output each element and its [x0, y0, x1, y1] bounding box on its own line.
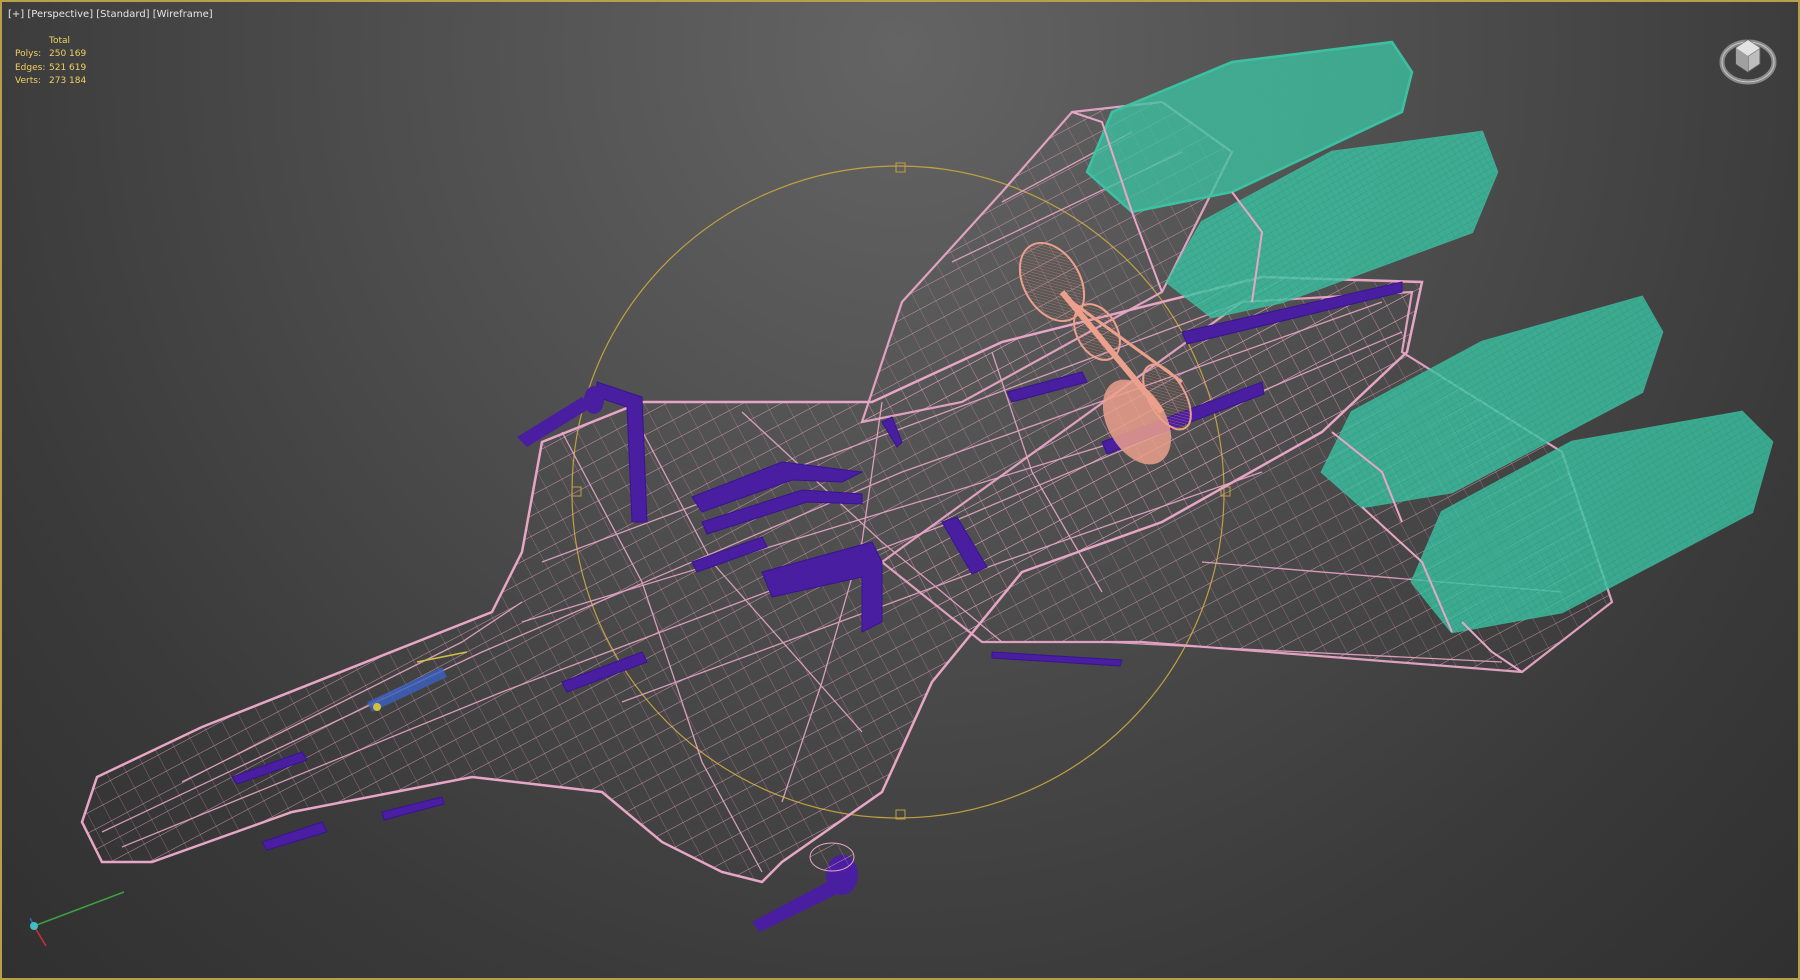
scene-statistics: Total Polys: 250 169 Edges: 521 619 Verts:… [15, 35, 86, 88]
wireframe-scene[interactable] [2, 2, 1800, 980]
stats-header: Total [49, 36, 71, 46]
stats-value: 273 184 [49, 75, 87, 86]
stats-row-verts: Verts: 273 184 [15, 75, 86, 88]
stats-label: Edges: [15, 62, 46, 73]
stats-label: Verts: [15, 75, 41, 86]
spaceship-model[interactable] [80, 40, 1774, 932]
stats-value: 250 169 [49, 49, 87, 60]
viewport-menu-label[interactable]: [+] [8, 9, 24, 20]
selection-handle-top[interactable] [895, 162, 906, 173]
axis-tripod-icon [29, 891, 125, 947]
viewport-labels: [+] [Perspective] [Standard] [Wireframe] [8, 9, 213, 20]
viewport-shading-quality-label[interactable]: [Standard] [96, 9, 149, 20]
stats-row-polys: Polys: 250 169 [15, 48, 86, 61]
viewport-shading-mode-label[interactable]: [Wireframe] [153, 9, 213, 20]
stats-row-edges: Edges: 521 619 [15, 62, 86, 75]
viewcube-icon[interactable] [1719, 30, 1777, 88]
stats-label: Polys: [15, 49, 42, 60]
viewport-perspective[interactable]: [+] [Perspective] [Standard] [Wireframe]… [0, 0, 1800, 980]
viewport-pov-label[interactable]: [Perspective] [27, 9, 93, 20]
stats-value: 521 619 [49, 62, 87, 73]
